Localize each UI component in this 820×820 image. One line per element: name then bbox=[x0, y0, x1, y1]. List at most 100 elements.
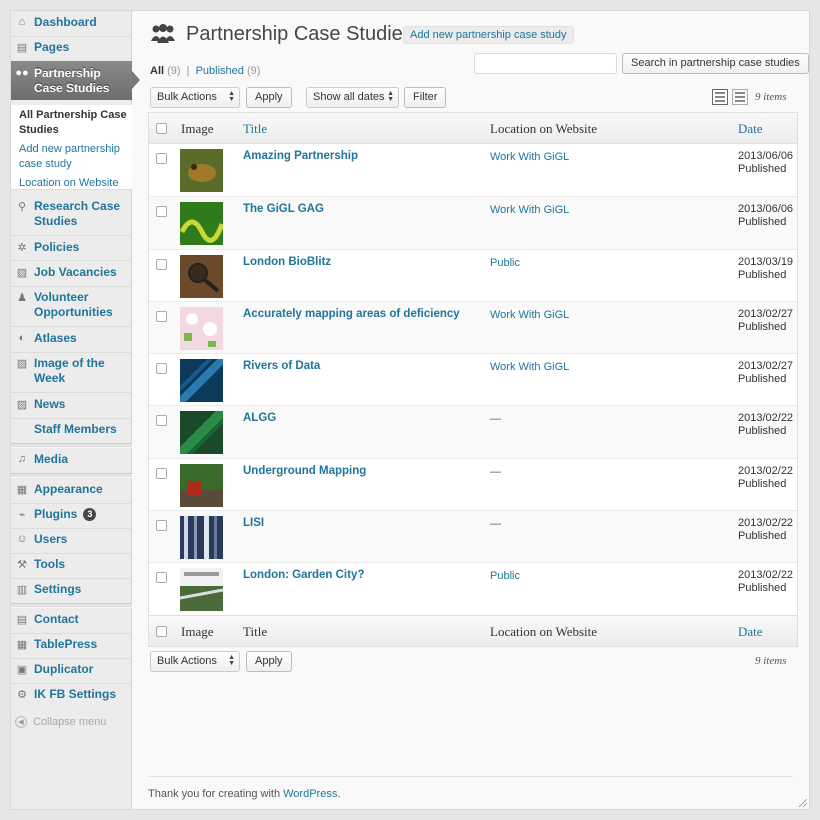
sidebar-item-tools[interactable]: ⚒ Tools bbox=[11, 557, 132, 572]
sidebar-item-atlases[interactable]: ◐ Atlases bbox=[11, 331, 132, 346]
admin-footer: Thank you for creating with WordPress. bbox=[148, 788, 340, 800]
sidebar-item-label: Staff Members bbox=[34, 422, 117, 436]
magnifying-glass-thumbnail[interactable] bbox=[180, 254, 223, 298]
row-title-link[interactable]: LISI bbox=[243, 517, 264, 529]
sidebar-item-ik-fb-settings[interactable]: ⚙ IK FB Settings bbox=[11, 687, 132, 702]
view-published-link[interactable]: Published bbox=[196, 65, 244, 77]
add-new-button[interactable]: Add new partnership case study bbox=[403, 26, 574, 44]
appearance-icon: ▦ bbox=[16, 483, 28, 496]
wordpress-link[interactable]: WordPress bbox=[283, 788, 337, 800]
filter-button[interactable]: Filter bbox=[404, 87, 447, 108]
sidebar-item-label: Duplicator bbox=[34, 662, 94, 676]
sidebar-item-settings[interactable]: ▥ Settings bbox=[11, 582, 132, 597]
submenu-add-new-partnership[interactable]: Add new partnership case study bbox=[19, 142, 131, 172]
row-checkbox[interactable] bbox=[156, 258, 167, 270]
view-all-link[interactable]: All bbox=[150, 65, 164, 77]
house-icon: ⌂ bbox=[18, 16, 26, 28]
sidebar-item-volunteer-opportunities[interactable]: ♟ Volunteer Opportunities bbox=[11, 290, 132, 320]
submenu-all-partnership[interactable]: All Partnership Case Studies bbox=[19, 108, 131, 138]
sidebar-item-media[interactable]: ♫ Media bbox=[11, 452, 132, 467]
sidebar-item-pages[interactable]: ▤ Pages bbox=[11, 40, 132, 55]
view-separator: | bbox=[186, 65, 190, 77]
gear-icon: ✲ bbox=[17, 241, 27, 254]
row-title-link[interactable]: Rivers of Data bbox=[243, 360, 320, 372]
garden-thumbnail[interactable] bbox=[180, 463, 223, 507]
row-date-value: 2013/06/06 bbox=[738, 203, 794, 216]
blue-leaf-thumbnail[interactable] bbox=[180, 359, 223, 403]
sidebar-item-dashboard[interactable]: ⌂ Dashboard bbox=[11, 15, 132, 30]
bulk-actions-select-bottom[interactable]: Bulk Actions ▲ ▼ bbox=[150, 651, 240, 672]
search-button[interactable]: Search in partnership case studies bbox=[622, 53, 809, 74]
table-row: Rivers of Data Work With GiGL 2013/02/27 Pu… bbox=[149, 353, 797, 405]
row-checkbox[interactable] bbox=[156, 467, 167, 479]
snake-thumbnail[interactable] bbox=[180, 202, 223, 246]
frog-thumbnail[interactable] bbox=[180, 149, 223, 192]
row-location[interactable]: Work With GiGL bbox=[490, 361, 569, 373]
sidebar-item-job-vacancies[interactable]: ▨ Job Vacancies bbox=[11, 265, 132, 280]
row-status: Published bbox=[738, 530, 787, 543]
table-row: LISI — 2013/02/22 Published bbox=[149, 510, 797, 563]
row-title-link[interactable]: London: Garden City? bbox=[243, 569, 364, 581]
sidebar-item-research-case-studies[interactable]: ⚲ Research Case Studies bbox=[11, 199, 132, 229]
row-title-link[interactable]: ALGG bbox=[243, 412, 276, 424]
row-title-link[interactable]: The GiGL GAG bbox=[243, 203, 324, 215]
list-view-icon[interactable] bbox=[712, 89, 728, 105]
row-location[interactable]: Public bbox=[490, 257, 520, 269]
row-checkbox[interactable] bbox=[156, 572, 167, 584]
row-checkbox[interactable] bbox=[156, 206, 167, 218]
sidebar-item-policies[interactable]: ✲ Policies bbox=[11, 240, 132, 255]
collapse-menu-button[interactable]: ◀ Collapse menu bbox=[15, 716, 106, 728]
select-all-checkbox[interactable] bbox=[156, 625, 167, 637]
row-location[interactable]: Work With GiGL bbox=[490, 309, 569, 321]
sidebar-item-staff-members[interactable]: Staff Members bbox=[11, 422, 132, 437]
search-input[interactable] bbox=[474, 53, 617, 74]
column-date[interactable]: Date bbox=[738, 624, 763, 640]
bars-thumbnail[interactable] bbox=[180, 516, 223, 560]
apply-button-bottom[interactable]: Apply bbox=[246, 651, 292, 672]
document-thumbnail[interactable] bbox=[180, 568, 223, 612]
divider bbox=[11, 503, 132, 504]
sidebar-item-image-of-the-week[interactable]: ▨ Image of the Week bbox=[11, 356, 132, 386]
row-title-link[interactable]: Accurately mapping areas of deficiency bbox=[243, 308, 460, 320]
green-leaf-thumbnail[interactable] bbox=[180, 411, 223, 455]
row-title-link[interactable]: London BioBlitz bbox=[243, 256, 331, 268]
row-location[interactable]: Public bbox=[490, 570, 520, 582]
dates-select[interactable]: Show all dates ▲ ▼ bbox=[306, 87, 399, 108]
sidebar-item-label: Settings bbox=[34, 582, 82, 596]
menu-separator bbox=[11, 473, 132, 478]
sidebar-item-contact[interactable]: ▤ Contact bbox=[11, 612, 132, 627]
row-checkbox[interactable] bbox=[156, 415, 167, 427]
submenu-location-on-website[interactable]: Location on Website bbox=[19, 176, 131, 191]
select-all-checkbox[interactable] bbox=[156, 123, 167, 134]
row-status: Published bbox=[738, 320, 787, 333]
row-status: Published bbox=[738, 268, 787, 281]
sidebar-item-duplicator[interactable]: ▣ Duplicator bbox=[11, 662, 132, 677]
sidebar-item-appearance[interactable]: ▦ Appearance bbox=[11, 482, 132, 497]
sidebar-item-partnership-case-studies[interactable]: ●● Partnership Case Studies bbox=[11, 61, 140, 100]
media-icon: ♫ bbox=[17, 453, 27, 465]
sidebar-item-tablepress[interactable]: ▦ TablePress bbox=[11, 637, 132, 652]
sidebar-item-news[interactable]: ▨ News bbox=[11, 397, 132, 412]
map-thumbnail[interactable] bbox=[180, 306, 223, 350]
sidebar-item-plugins[interactable]: ⌁ Plugins 3 bbox=[11, 507, 132, 522]
column-date[interactable]: Date bbox=[738, 121, 763, 137]
row-checkbox[interactable] bbox=[156, 520, 167, 532]
row-title-link[interactable]: Amazing Partnership bbox=[243, 150, 358, 162]
bulk-actions-select[interactable]: Bulk Actions ▲ ▼ bbox=[150, 87, 240, 108]
divider bbox=[11, 683, 132, 684]
column-image: Image bbox=[181, 121, 214, 136]
view-published-count: (9) bbox=[246, 65, 261, 77]
sidebar-item-users[interactable]: ☺ Users bbox=[11, 532, 132, 547]
row-location[interactable]: Work With GiGL bbox=[490, 151, 569, 163]
row-checkbox[interactable] bbox=[156, 310, 167, 322]
wordpress-admin-window: ⌂ Dashboard ▤ Pages ●● Partnership Case … bbox=[10, 10, 810, 810]
column-title[interactable]: Title bbox=[243, 121, 267, 137]
row-date-value: 2013/02/27 bbox=[738, 360, 794, 373]
row-title-link[interactable]: Underground Mapping bbox=[243, 465, 366, 477]
row-checkbox[interactable] bbox=[156, 363, 167, 375]
row-checkbox[interactable] bbox=[156, 153, 167, 164]
row-location[interactable]: Work With GiGL bbox=[490, 204, 569, 216]
column-title[interactable]: Title bbox=[243, 624, 267, 640]
apply-button[interactable]: Apply bbox=[246, 87, 292, 108]
excerpt-view-icon[interactable] bbox=[732, 89, 748, 105]
